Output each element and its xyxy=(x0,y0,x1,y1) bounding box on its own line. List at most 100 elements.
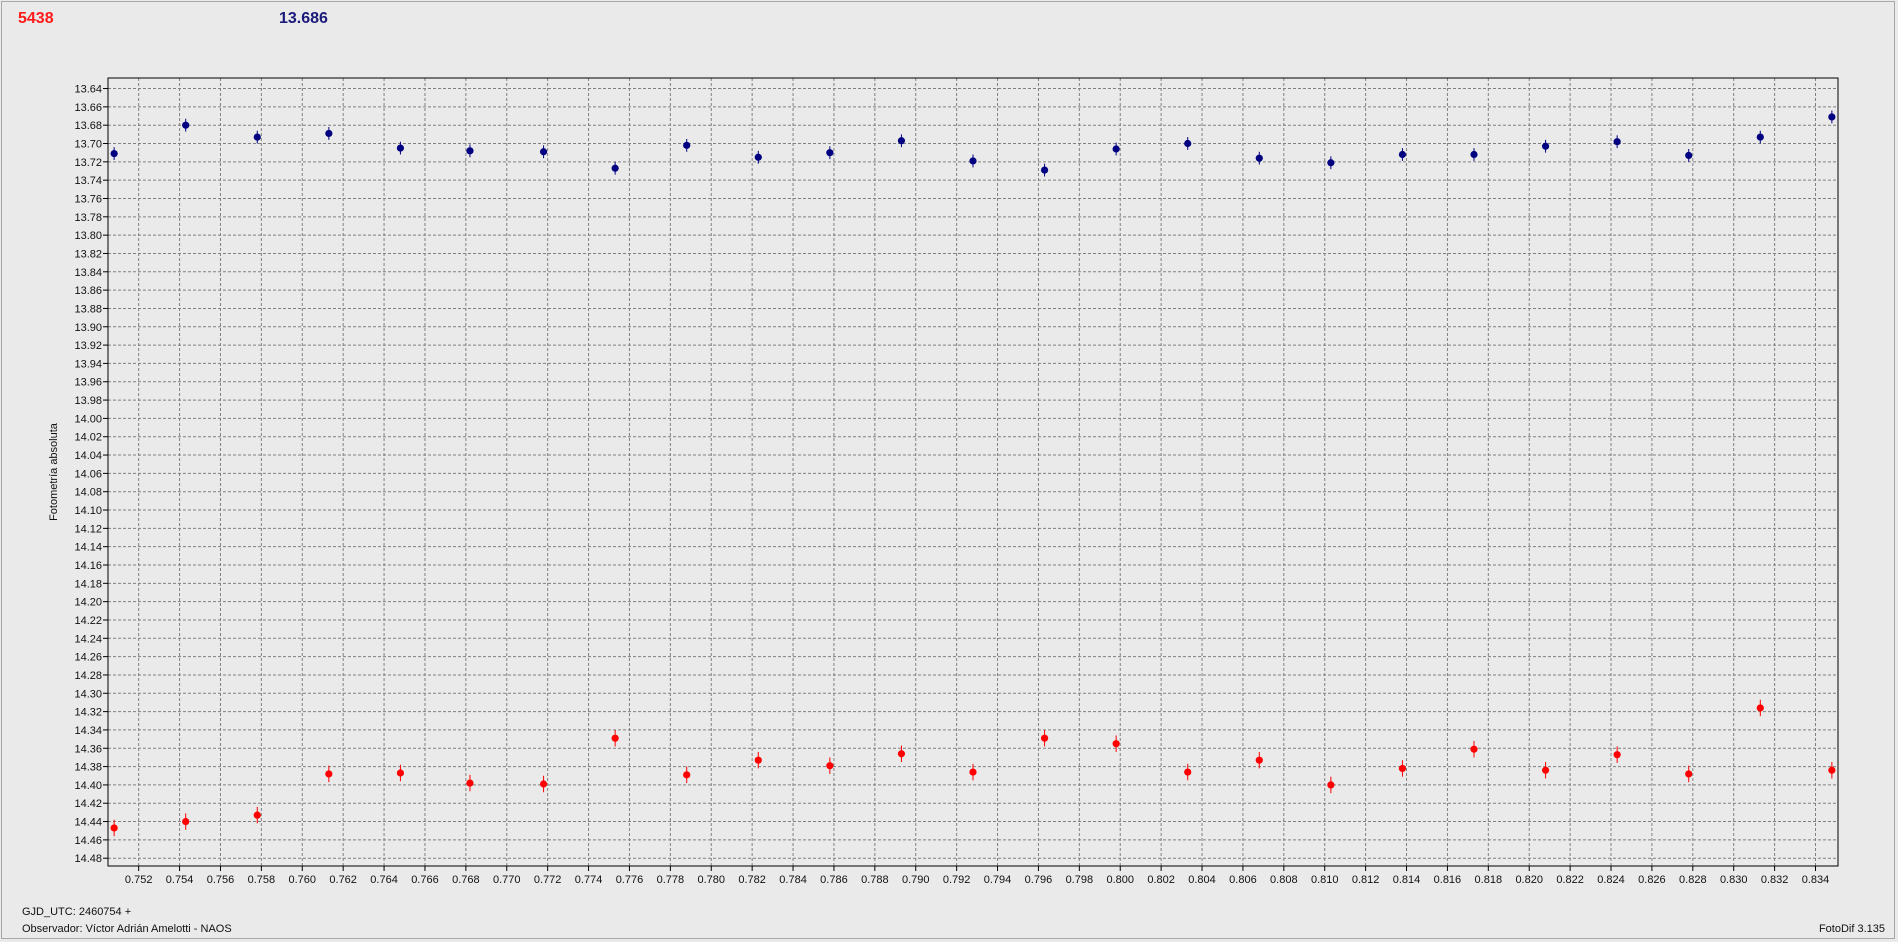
data-point xyxy=(754,756,762,764)
y-tick-label: 13.90 xyxy=(74,322,102,334)
y-tick-label: 13.68 xyxy=(74,120,102,132)
x-tick-label: 0.778 xyxy=(657,874,685,886)
x-tick-label: 0.764 xyxy=(370,874,398,886)
chart: 0.752 0.754 0.756 0.758 0.760 0.762 0.764 0.766… xyxy=(48,77,1839,886)
x-tick-label: 0.752 xyxy=(125,874,153,886)
y-tick-label: 14.00 xyxy=(74,413,102,425)
y-tick-label: 13.74 xyxy=(74,175,102,187)
x-tick-label: 0.784 xyxy=(779,874,807,886)
y-tick-label: 14.18 xyxy=(74,578,102,590)
x-tick-label: 0.796 xyxy=(1025,874,1053,886)
x-tick-label: 0.770 xyxy=(493,874,521,886)
x-tick-label: 0.828 xyxy=(1679,874,1707,886)
data-point xyxy=(1613,138,1621,146)
x-tick-label: 0.826 xyxy=(1638,874,1666,886)
data-point xyxy=(754,153,762,161)
data-point xyxy=(1398,150,1407,159)
y-tick-label: 14.10 xyxy=(74,505,102,517)
x-tick-label: 0.814 xyxy=(1393,874,1421,886)
y-tick-label: 13.84 xyxy=(74,267,102,279)
x-tick-label: 0.762 xyxy=(329,874,357,886)
y-tick-label: 14.42 xyxy=(74,798,102,810)
software-version: FotoDif 3.135 xyxy=(1818,923,1885,935)
data-point xyxy=(1470,150,1478,159)
data-point xyxy=(1184,139,1192,148)
y-tick-label: 14.30 xyxy=(74,688,102,700)
y-tick-label: 13.70 xyxy=(74,139,102,151)
x-tick-label: 0.822 xyxy=(1556,874,1584,886)
data-point xyxy=(466,779,474,787)
y-axis-ticks: 13.64 13.66 13.68 13.70 13.72 13.74 13.76 13.78… xyxy=(74,84,108,865)
y-tick-label: 13.64 xyxy=(74,84,102,96)
y-tick-label: 13.82 xyxy=(74,248,102,260)
y-axis-label: Fotometría absoluta xyxy=(48,422,60,521)
x-tick-label: 0.790 xyxy=(902,874,930,886)
y-tick-label: 14.40 xyxy=(74,780,102,792)
x-tick-label: 0.768 xyxy=(452,874,480,886)
x-tick-label: 0.818 xyxy=(1475,874,1503,886)
data-point xyxy=(897,750,906,758)
series-1 xyxy=(110,699,1836,837)
grid xyxy=(108,78,1838,866)
data-point xyxy=(1184,768,1192,776)
data-point xyxy=(683,771,691,779)
y-tick-label: 14.46 xyxy=(74,835,102,847)
data-point xyxy=(1541,142,1550,150)
y-tick-label: 13.96 xyxy=(74,377,102,389)
data-point xyxy=(325,129,333,138)
x-tick-label: 0.804 xyxy=(1188,874,1216,886)
x-tick-label: 0.806 xyxy=(1229,874,1257,886)
data-point xyxy=(1756,133,1764,141)
y-tick-label: 14.08 xyxy=(74,487,102,499)
x-tick-label: 0.754 xyxy=(166,874,194,886)
y-tick-label: 14.34 xyxy=(74,725,102,737)
x-tick-label: 0.772 xyxy=(534,874,562,886)
data-point xyxy=(1398,764,1407,773)
data-point xyxy=(611,164,619,172)
data-point xyxy=(1040,734,1049,742)
y-tick-label: 14.48 xyxy=(74,853,102,865)
data-point xyxy=(897,137,906,145)
y-tick-label: 13.72 xyxy=(74,157,102,169)
x-tick-label: 0.810 xyxy=(1311,874,1339,886)
x-tick-label: 0.786 xyxy=(820,874,848,886)
x-tick-label: 0.832 xyxy=(1761,874,1789,886)
data-point xyxy=(1327,159,1335,167)
data-point xyxy=(1255,154,1263,162)
x-tick-label: 0.780 xyxy=(697,874,725,886)
data-point xyxy=(396,769,405,777)
x-tick-label: 0.812 xyxy=(1352,874,1380,886)
x-tick-label: 0.808 xyxy=(1270,874,1298,886)
y-tick-label: 14.14 xyxy=(74,542,102,554)
x-tick-label: 0.802 xyxy=(1147,874,1175,886)
data-point xyxy=(826,762,834,770)
data-point xyxy=(325,770,333,778)
x-tick-label: 0.800 xyxy=(1106,874,1134,886)
data-point xyxy=(1040,166,1049,174)
data-point xyxy=(1112,740,1120,748)
y-tick-label: 13.80 xyxy=(74,230,102,242)
x-tick-label: 0.774 xyxy=(575,874,603,886)
y-tick-label: 14.26 xyxy=(74,652,102,664)
data-point xyxy=(110,824,118,832)
data-point xyxy=(110,149,118,158)
x-tick-label: 0.782 xyxy=(738,874,766,886)
y-tick-label: 14.04 xyxy=(74,450,102,462)
y-tick-label: 14.38 xyxy=(74,762,102,774)
data-point xyxy=(539,780,548,788)
data-point xyxy=(539,148,548,156)
data-point xyxy=(1685,770,1693,778)
x-tick-label: 0.798 xyxy=(1066,874,1094,886)
data-point xyxy=(1828,113,1836,121)
x-tick-label: 0.756 xyxy=(207,874,235,886)
x-tick-label: 0.776 xyxy=(616,874,644,886)
gjd-label: GJD_UTC: 2460754 + xyxy=(22,906,132,918)
data-point xyxy=(1255,756,1263,764)
data-point xyxy=(1470,745,1478,753)
y-tick-label: 13.94 xyxy=(74,358,102,370)
y-tick-label: 13.66 xyxy=(74,102,102,114)
x-tick-label: 0.830 xyxy=(1720,874,1748,886)
data-point xyxy=(683,141,691,149)
y-tick-label: 14.44 xyxy=(74,817,102,829)
data-point xyxy=(182,817,190,826)
